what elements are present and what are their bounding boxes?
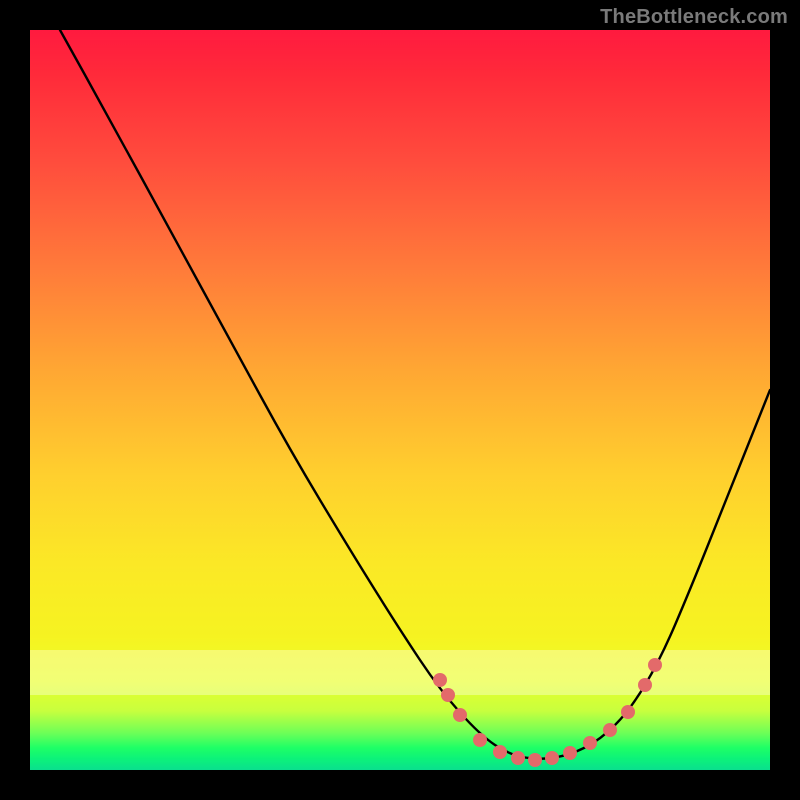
data-marker bbox=[511, 751, 525, 765]
data-marker bbox=[545, 751, 559, 765]
data-marker bbox=[441, 688, 455, 702]
data-marker bbox=[433, 673, 447, 687]
data-marker bbox=[563, 746, 577, 760]
data-marker bbox=[473, 733, 487, 747]
data-marker bbox=[648, 658, 662, 672]
chart-frame: TheBottleneck.com bbox=[0, 0, 800, 800]
data-marker bbox=[638, 678, 652, 692]
watermark-text: TheBottleneck.com bbox=[600, 6, 788, 29]
bottleneck-curve bbox=[60, 30, 770, 759]
data-markers bbox=[433, 658, 662, 767]
data-marker bbox=[603, 723, 617, 737]
bottleneck-curve-layer bbox=[30, 30, 770, 770]
data-marker bbox=[583, 736, 597, 750]
data-marker bbox=[621, 705, 635, 719]
data-marker bbox=[453, 708, 467, 722]
data-marker bbox=[528, 753, 542, 767]
data-marker bbox=[493, 745, 507, 759]
